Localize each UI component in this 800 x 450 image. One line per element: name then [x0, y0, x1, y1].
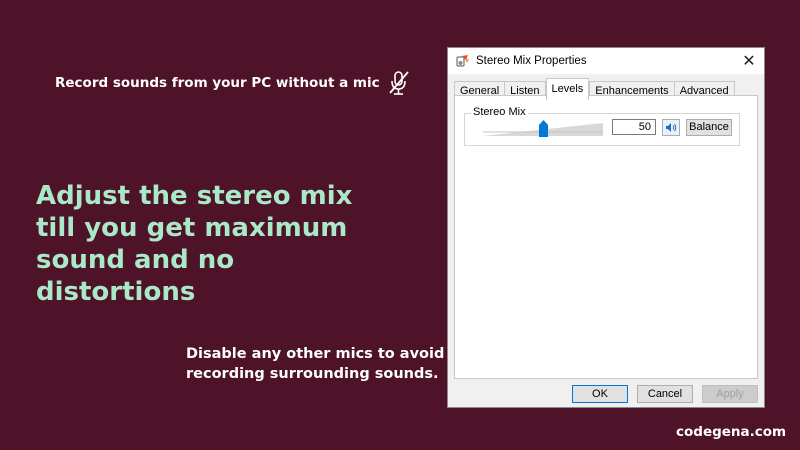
dialog-body: General Listen Levels Enhancements Advan… — [448, 74, 764, 407]
slide-subtitle: Record sounds from your PC without a mic — [55, 70, 410, 96]
apply-button[interactable]: Apply — [702, 385, 758, 403]
stereo-mix-group-label: Stereo Mix — [471, 106, 528, 118]
close-icon[interactable]: ✕ — [734, 48, 764, 74]
speaker-app-icon — [456, 55, 469, 67]
level-value-field[interactable]: 50 — [612, 119, 656, 135]
speaker-icon — [666, 123, 677, 132]
ok-button[interactable]: OK — [572, 385, 628, 403]
volume-slider[interactable] — [483, 120, 603, 137]
dialog-titlebar[interactable]: Stereo Mix Properties ✕ — [448, 48, 764, 74]
tab-levels[interactable]: Levels — [545, 78, 590, 100]
brand-label: codegena.com — [676, 424, 787, 440]
headline: Adjust the stereo mix till you get maxim… — [36, 181, 353, 307]
slider-thumb[interactable] — [539, 120, 548, 137]
tip-text: Disable any other mics to avoid recordin… — [186, 346, 445, 382]
stereo-mix-properties-dialog: Stereo Mix Properties ✕ General Listen L… — [447, 47, 765, 408]
mic-off-icon — [388, 71, 409, 95]
dialog-title: Stereo Mix Properties — [476, 55, 587, 67]
cancel-button[interactable]: Cancel — [637, 385, 693, 403]
stereo-mix-group: Stereo Mix 50 Balance — [464, 106, 740, 146]
balance-button[interactable]: Balance — [686, 119, 732, 136]
mute-toggle-button[interactable] — [662, 119, 680, 136]
levels-panel: Stereo Mix 50 Balance — [454, 95, 758, 379]
subtitle-text: Record sounds from your PC without a mic — [55, 75, 380, 91]
